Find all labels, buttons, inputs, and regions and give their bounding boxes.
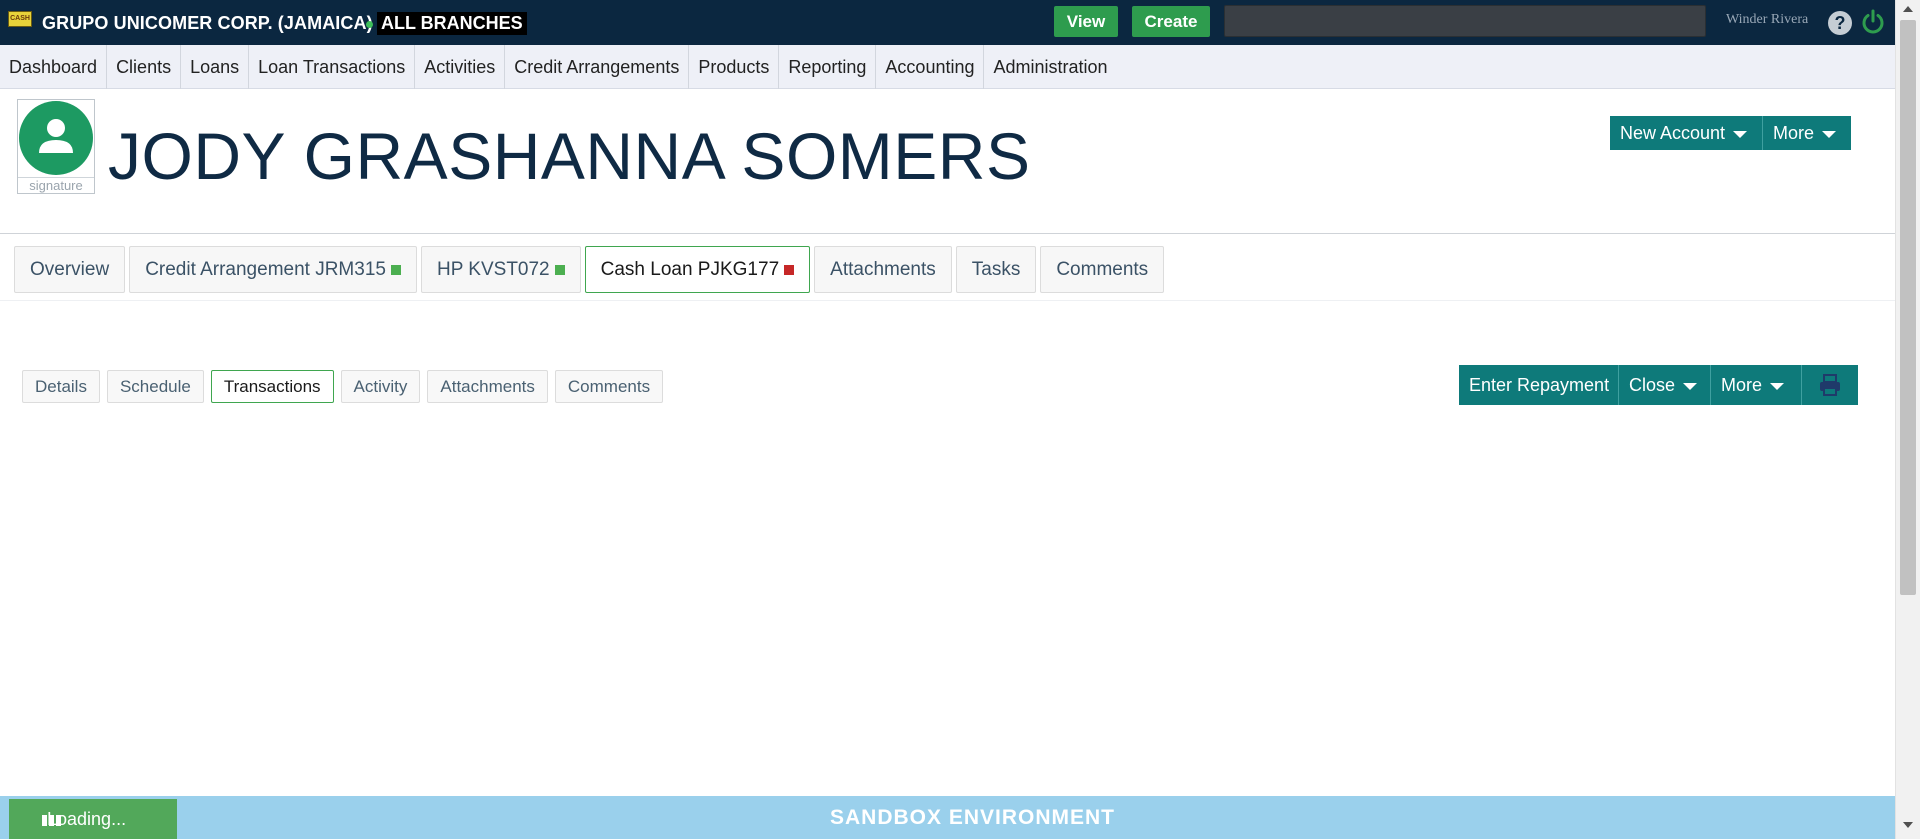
close-button[interactable]: Close	[1619, 365, 1711, 405]
tab-attachments[interactable]: Attachments	[814, 246, 952, 293]
power-icon[interactable]	[1860, 9, 1886, 35]
tab-label: Cash Loan PJKG177	[600, 258, 780, 280]
menu-item-products[interactable]: Products	[689, 45, 780, 89]
menu-item-clients[interactable]: Clients	[107, 45, 182, 89]
new-account-label: New Account	[1620, 122, 1726, 143]
branch-status-dot	[366, 21, 373, 28]
person-icon	[39, 119, 73, 153]
more-label: More	[1721, 374, 1763, 395]
caret-down-icon	[1770, 383, 1785, 390]
account-tabs: Overview Credit Arrangement JRM315 HP KV…	[14, 246, 1165, 293]
user-avatar-icon	[19, 101, 93, 175]
view-button[interactable]: View	[1054, 6, 1118, 37]
scroll-down-icon[interactable]	[1903, 822, 1913, 828]
sandbox-banner: SANDBOX ENVIRONMENT	[0, 796, 1895, 839]
user-name[interactable]: Winder Rivera	[1726, 12, 1808, 28]
caret-down-icon	[1683, 383, 1698, 390]
tabs-divider	[0, 300, 1895, 301]
tab-label: Attachments	[830, 258, 936, 280]
menu-item-dashboard[interactable]: Dashboard	[0, 45, 108, 89]
loading-indicator: Loading...	[9, 799, 177, 839]
main-menu: Dashboard Clients Loans Loan Transaction…	[0, 45, 1895, 89]
more-button[interactable]: More	[1763, 116, 1851, 150]
client-name: JODY GRASHANNA SOMERS	[108, 119, 1031, 193]
sandbox-label: SANDBOX ENVIRONMENT	[829, 805, 1116, 829]
signature-label: signature	[18, 177, 94, 193]
tab-label: HP KVST072	[436, 258, 550, 280]
caret-down-icon	[1733, 131, 1748, 138]
new-account-button[interactable]: New Account	[1610, 116, 1763, 150]
tab-cash-loan[interactable]: Cash Loan PJKG177	[584, 246, 811, 293]
menu-item-credit-arrangements[interactable]: Credit Arrangements	[505, 45, 690, 89]
printer-icon	[1820, 374, 1840, 396]
status-square-icon	[554, 264, 565, 275]
menu-item-loans[interactable]: Loans	[181, 45, 250, 89]
tab-comments[interactable]: Comments	[1040, 246, 1165, 293]
more-label: More	[1773, 122, 1815, 143]
menu-item-reporting[interactable]: Reporting	[779, 45, 877, 89]
menu-item-loan-transactions[interactable]: Loan Transactions	[249, 45, 416, 89]
caret-down-icon	[1822, 131, 1837, 138]
subtab-attachments[interactable]: Attachments	[427, 370, 548, 403]
tab-label: Tasks	[971, 258, 1021, 280]
tab-label: Comments	[1056, 258, 1149, 280]
tab-credit-arrangement[interactable]: Credit Arrangement JRM315	[129, 246, 417, 293]
tab-overview[interactable]: Overview	[14, 246, 126, 293]
print-button[interactable]	[1802, 365, 1858, 405]
top-bar: CASH GRUPO UNICOMER CORP. (JAMAICA) ALL …	[0, 0, 1895, 45]
avatar[interactable]: signature	[17, 99, 95, 194]
vertical-scrollbar[interactable]	[1895, 0, 1920, 839]
branch-selector[interactable]: ALL BRANCHES	[377, 12, 527, 35]
loan-more-button[interactable]: More	[1711, 365, 1802, 405]
subtab-schedule[interactable]: Schedule	[106, 370, 204, 403]
menu-item-activities[interactable]: Activities	[415, 45, 506, 89]
header-divider	[0, 233, 1895, 234]
close-label: Close	[1629, 374, 1676, 395]
status-square-icon	[390, 264, 401, 275]
loan-actions: Enter Repayment Close More	[1459, 365, 1858, 405]
scroll-up-icon[interactable]	[1903, 6, 1913, 12]
tab-label: Credit Arrangement JRM315	[145, 258, 386, 280]
company-logo: CASH	[8, 11, 32, 27]
tab-hp[interactable]: HP KVST072	[420, 246, 581, 293]
subtab-comments[interactable]: Comments	[554, 370, 664, 403]
create-button[interactable]: Create	[1132, 6, 1210, 37]
status-square-icon	[784, 264, 795, 275]
loading-bars-icon	[42, 815, 61, 826]
enter-repayment-button[interactable]: Enter Repayment	[1459, 365, 1619, 405]
company-name: GRUPO UNICOMER CORP. (JAMAICA)	[42, 13, 373, 33]
subtab-transactions[interactable]: Transactions	[210, 370, 334, 403]
subtab-activity[interactable]: Activity	[340, 370, 421, 403]
client-actions: New Account More	[1610, 116, 1851, 150]
tab-label: Overview	[30, 258, 110, 280]
tab-tasks[interactable]: Tasks	[955, 246, 1037, 293]
menu-item-accounting[interactable]: Accounting	[876, 45, 985, 89]
menu-item-administration[interactable]: Administration	[984, 45, 1116, 89]
subtab-details[interactable]: Details	[22, 370, 100, 403]
scroll-thumb[interactable]	[1900, 20, 1916, 595]
loan-subtabs: Details Schedule Transactions Activity A…	[22, 370, 664, 403]
question-circle-icon[interactable]: ?	[1828, 11, 1852, 35]
search-input[interactable]	[1224, 5, 1706, 37]
